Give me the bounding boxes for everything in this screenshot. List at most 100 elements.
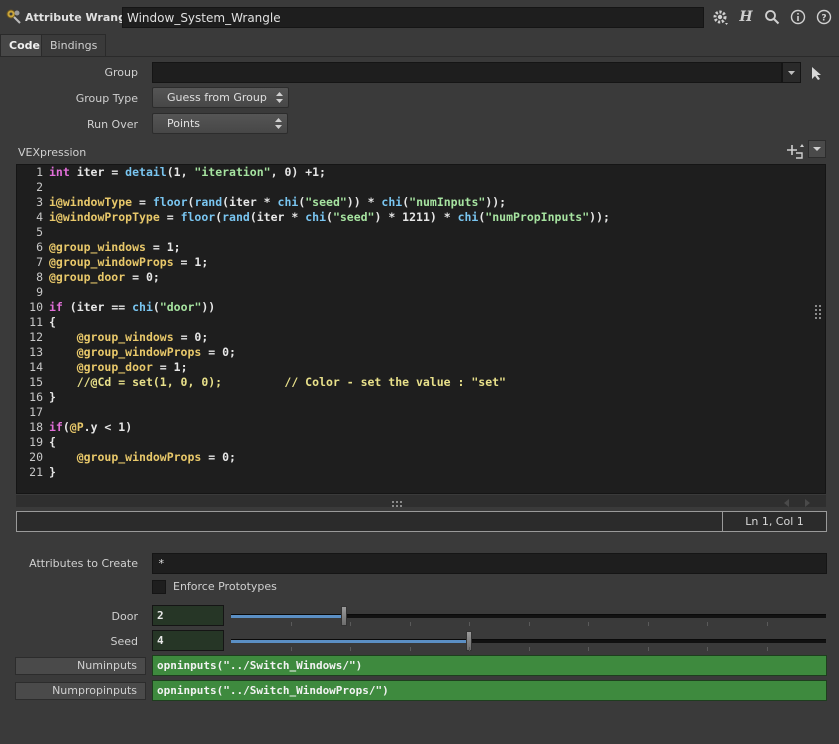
code-line: @group_windows = 1; (49, 240, 181, 254)
line-number: 14 (29, 360, 43, 374)
group-type-menu[interactable]: Guess from Group (152, 87, 289, 108)
code-line: i@windowPropType = floor(rand(iter * chi… (49, 210, 610, 224)
vex-code-editor[interactable]: 1 2 3 4 5 6 7 8 9 10 11 12 13 14 15 16 1… (16, 164, 826, 494)
chevron-down-icon (813, 147, 821, 151)
search-icon[interactable] (762, 7, 782, 27)
attributes-to-create-label: Attributes to Create (29, 557, 138, 570)
code-line: @group_windowProps = 0; (76, 345, 236, 359)
run-over-menu[interactable]: Points (152, 113, 288, 134)
node-name-field[interactable]: Window_System_Wrangle (122, 7, 704, 28)
slider-tick (529, 647, 530, 651)
code-line: } (49, 390, 56, 404)
code-line: //@Cd = set(1, 0, 0); // Color - set the… (76, 375, 506, 389)
code-line: } (49, 465, 56, 479)
code-line: { (49, 315, 56, 329)
resize-grip-icon[interactable] (815, 305, 823, 319)
gear-icon[interactable] (710, 7, 730, 27)
line-number: 21 (29, 465, 43, 479)
run-over-label: Run Over (86, 118, 138, 131)
snippet-menu-icon[interactable] (784, 141, 806, 161)
slider-tick (767, 622, 768, 626)
line-number: 12 (29, 330, 43, 344)
slider-tick (291, 647, 292, 651)
line-number: 6 (36, 240, 43, 254)
line-number: 11 (29, 315, 43, 329)
numinputs-label[interactable]: Numinputs (15, 657, 146, 675)
editor-bottom-bar (16, 495, 826, 507)
code-line: @group_windows = 0; (76, 330, 209, 344)
node-type-label: Attribute Wrangle (25, 11, 138, 24)
line-number: 17 (29, 405, 43, 419)
slider-tick (648, 622, 649, 626)
group-label: Group (104, 66, 139, 79)
chevron-down-icon (788, 71, 795, 75)
line-number: 1 (36, 165, 43, 179)
slider-tick (350, 622, 351, 626)
slider-tick (469, 647, 470, 651)
wrangle-node-icon (6, 9, 21, 24)
code-line: if (iter == chi("door")) (49, 300, 216, 314)
code-line: @group_windowProps = 0; (76, 450, 236, 464)
updown-arrows-icon (276, 92, 283, 103)
line-number: 16 (29, 390, 43, 404)
seed-slider-fill (231, 640, 469, 643)
slider-tick (707, 647, 708, 651)
line-number: 18 (29, 420, 43, 434)
line-number: 13 (29, 345, 43, 359)
line-number: 4 (36, 210, 43, 224)
line-number: 2 (36, 180, 43, 194)
seed-slider[interactable] (231, 631, 826, 651)
slider-tick (767, 647, 768, 651)
slider-tick (291, 622, 292, 626)
line-number: 19 (29, 435, 43, 449)
tab-bindings[interactable]: Bindings (41, 34, 107, 56)
code-line: { (49, 435, 56, 449)
slider-tick (350, 647, 351, 651)
vex-options-dropdown[interactable] (808, 140, 826, 158)
code-line: @group_door = 1; (76, 360, 188, 374)
select-arrow-icon[interactable] (808, 64, 824, 82)
slider-tick (588, 647, 589, 651)
line-number: 10 (29, 300, 43, 314)
door-field[interactable]: 2 (152, 605, 224, 626)
numinputs-field[interactable]: opninputs("../Switch_Windows/") (152, 655, 827, 676)
parameter-header: Attribute Wrangle Window_System_Wrangle … (0, 0, 839, 34)
slider-tick (529, 622, 530, 626)
group-type-label: Group Type (75, 92, 138, 105)
attributes-to-create-field[interactable]: * (152, 553, 827, 574)
group-dropdown-button[interactable] (782, 62, 801, 83)
updown-arrows-icon (275, 118, 282, 129)
editor-status-bar: Ln 1, Col 1 (16, 511, 827, 532)
door-slider-handle[interactable] (341, 606, 347, 626)
houdini-help-icon[interactable]: H (736, 7, 756, 27)
seed-label: Seed (110, 635, 139, 648)
code-line: i@windowType = floor(rand(iter * chi("se… (49, 195, 507, 209)
door-slider[interactable] (231, 606, 826, 626)
scroll-right-icon[interactable] (802, 497, 812, 507)
svg-text:?: ? (821, 14, 826, 24)
vexpression-label: VEXpression (18, 146, 87, 159)
line-number: 8 (36, 270, 43, 284)
run-over-value: Points (167, 117, 201, 130)
group-field[interactable] (152, 62, 782, 83)
cursor-position: Ln 1, Col 1 (722, 512, 826, 531)
code-line: @group_door = 0; (49, 270, 160, 284)
line-number: 3 (36, 195, 43, 209)
scroll-left-icon[interactable] (782, 497, 792, 507)
group-type-value: Guess from Group (167, 91, 267, 104)
help-icon[interactable]: ? (814, 7, 834, 27)
line-number: 15 (29, 375, 43, 389)
resize-grip-icon[interactable] (392, 498, 404, 507)
line-number: 9 (36, 285, 43, 299)
slider-tick (410, 647, 411, 651)
numpropinputs-field[interactable]: opninputs("../Switch_WindowProps/") (152, 680, 827, 701)
seed-field[interactable]: 4 (152, 630, 224, 651)
enforce-prototypes-checkbox[interactable] (152, 580, 166, 594)
line-number: 7 (36, 255, 43, 269)
slider-tick (588, 622, 589, 626)
door-slider-fill (231, 615, 344, 618)
code-line: @group_windowProps = 1; (49, 255, 209, 269)
numpropinputs-label[interactable]: Numpropinputs (15, 682, 146, 700)
info-icon[interactable] (788, 7, 808, 27)
slider-tick (469, 622, 470, 626)
